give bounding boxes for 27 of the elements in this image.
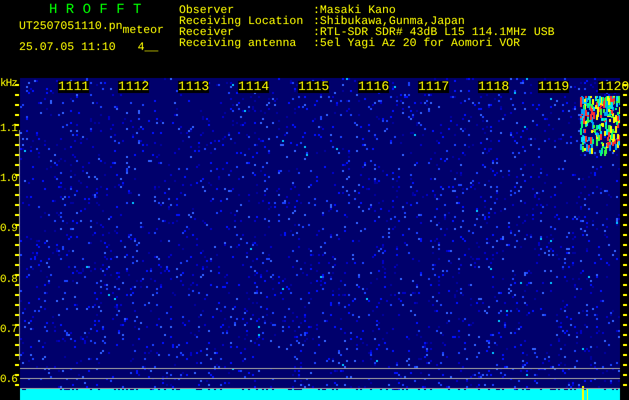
app-title: H R O F F T bbox=[49, 3, 142, 17]
x-axis-label: 1113 bbox=[178, 81, 210, 93]
x-axis-label: 1112 bbox=[118, 81, 150, 93]
mode-label: meteor bbox=[122, 25, 164, 36]
station-label: Receiving Location bbox=[179, 16, 304, 27]
x-axis-label: 1111 bbox=[58, 81, 90, 93]
y-axis-label: 0.8 bbox=[0, 274, 17, 286]
y-axis-label: 0.6 bbox=[0, 375, 17, 386]
x-axis-label: 1119 bbox=[538, 81, 570, 93]
counter: 4__ bbox=[138, 42, 158, 53]
station-value: :Shibukawa,Gunma,Japan bbox=[313, 16, 465, 27]
station-value: :5el Yagi Az 20 for Aomori VOR bbox=[313, 38, 520, 49]
station-label: Receiver bbox=[179, 27, 234, 38]
timestamp: 25.07.05 11:10 bbox=[19, 42, 116, 53]
file-name: UT2507051110.pn bbox=[19, 21, 123, 32]
x-axis-label: 1115 bbox=[298, 81, 330, 93]
station-label: Observer bbox=[179, 5, 234, 16]
station-label: Receiving antenna bbox=[179, 38, 298, 49]
station-value: :RTL-SDR SDR# 43dB L15 114.1MHz USB bbox=[313, 27, 555, 38]
axis-unit: kHz bbox=[0, 79, 17, 90]
x-axis-label: 1114 bbox=[238, 81, 270, 93]
x-axis-label: 1116 bbox=[358, 81, 390, 93]
x-axis-label: 1117 bbox=[418, 81, 450, 93]
x-axis-label: 1118 bbox=[478, 81, 510, 93]
station-value: :Masaki Kano bbox=[313, 5, 396, 16]
x-axis-label: 1120 bbox=[598, 81, 629, 93]
y-axis-label: 1.1 bbox=[0, 124, 17, 135]
